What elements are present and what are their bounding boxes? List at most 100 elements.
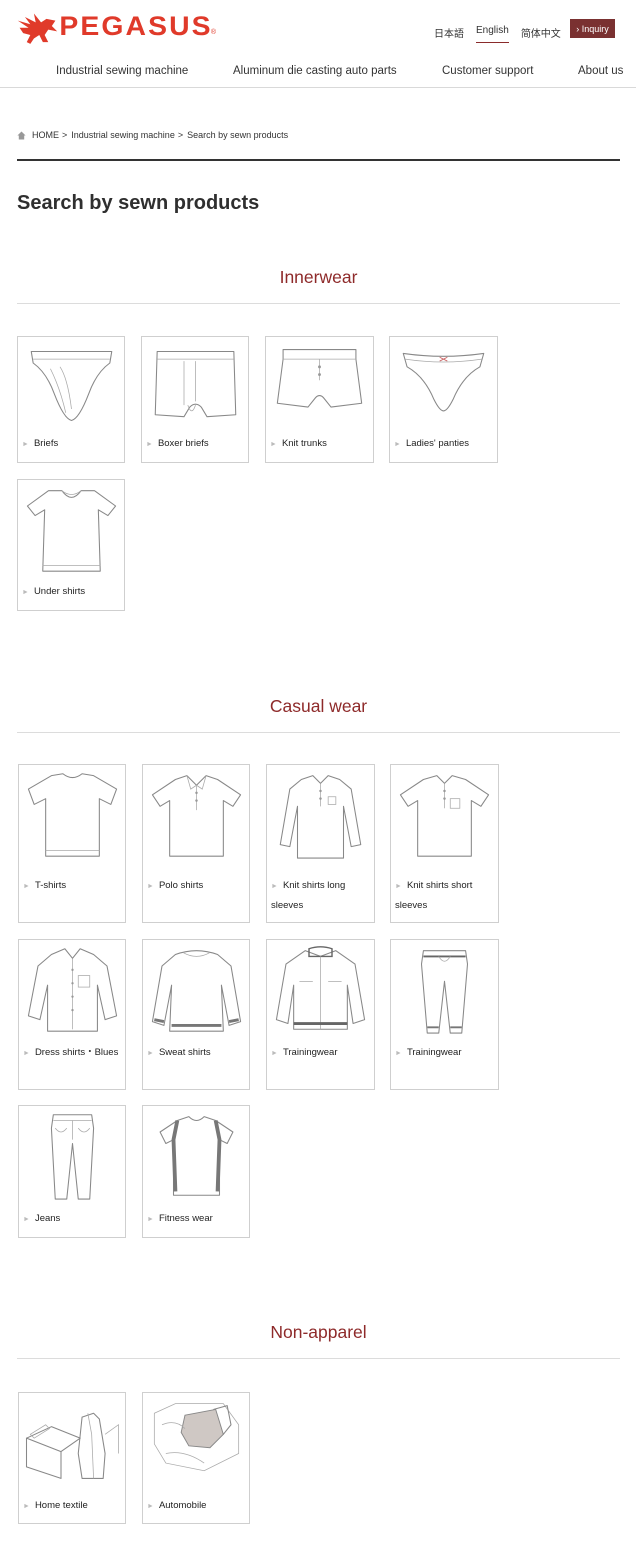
product-card-label: ► Knit shirts long sleeves (271, 877, 370, 915)
product-card-jeans[interactable]: ► Jeans (18, 1105, 126, 1238)
title-divider (17, 159, 620, 161)
knit-shirt-short-illustration (393, 768, 496, 860)
product-card-title: Ladies' panties (405, 438, 470, 449)
product-card-label: ► Ladies' panties (394, 435, 493, 455)
section-divider (17, 303, 620, 304)
arrow-right-icon: ► (22, 441, 29, 448)
product-card-title: Trainingwear (282, 1047, 338, 1058)
lang-english[interactable]: English (476, 25, 509, 43)
fitness-wear-illustration (145, 1109, 248, 1201)
product-card-label: ► Knit shirts short sleeves (395, 877, 494, 915)
language-switcher: 日本語 English 简体中文 (434, 25, 573, 43)
product-card-label: ► Knit trunks (270, 435, 369, 455)
product-card-label: ► Home textile (23, 1497, 121, 1517)
product-card-sweat-shirt[interactable]: ► Sweat shirts (142, 939, 250, 1090)
product-card-label: ► Automobile (147, 1497, 245, 1517)
nav-item-customer-support[interactable]: Customer support (442, 65, 533, 77)
arrow-right-icon: ► (395, 883, 402, 890)
product-card-knit-shirt-short[interactable]: ► Knit shirts short sleeves (390, 764, 499, 923)
product-card-boxer-briefs[interactable]: ► Boxer briefs (141, 336, 249, 463)
nav-item-about-us[interactable]: About us (578, 65, 623, 77)
product-card-title: Dress shirts・Blues (34, 1047, 119, 1058)
product-card-dress-shirt[interactable]: ► Dress shirts・Blues (18, 939, 126, 1090)
breadcrumb-separator: > (62, 130, 68, 140)
product-card-label: ► Boxer briefs (146, 435, 244, 455)
training-pants-illustration (393, 943, 496, 1035)
arrow-right-icon: ► (147, 1216, 154, 1223)
site-header: PEGASUS ® 日本語 English 简体中文 › Inquiry Ind… (0, 0, 636, 88)
product-card-label: ► Fitness wear (147, 1210, 245, 1230)
product-card-label: ► Trainingwear (271, 1044, 370, 1064)
product-card-ladies-panties[interactable]: ► Ladies' panties (389, 336, 498, 463)
arrow-right-icon: ► (271, 883, 278, 890)
product-card-training-pants[interactable]: ► Trainingwear (390, 939, 499, 1090)
product-card-label: ► Under shirts (22, 583, 120, 603)
breadcrumb-home[interactable]: HOME (32, 130, 59, 140)
jeans-illustration (21, 1109, 124, 1201)
arrow-right-icon: ► (271, 1050, 278, 1057)
product-card-title: Knit shirts long sleeves (271, 880, 346, 911)
inquiry-button[interactable]: › Inquiry (570, 19, 615, 38)
section-title-non-apparel: Non-apparel (270, 1322, 367, 1342)
product-card-label: ► Dress shirts・Blues (23, 1044, 121, 1064)
nav-item-aluminum-die-casting[interactable]: Aluminum die casting auto parts (233, 65, 397, 77)
arrow-right-icon: ► (23, 1216, 30, 1223)
product-card-label: ► T-shirts (23, 877, 121, 897)
pegasus-horse-icon (17, 13, 58, 44)
product-card-under-shirt[interactable]: ► Under shirts (17, 479, 125, 611)
global-nav: Industrial sewing machine Aluminum die c… (0, 65, 636, 79)
product-card-fitness-wear[interactable]: ► Fitness wear (142, 1105, 250, 1238)
product-card-automobile[interactable]: ► Automobile (142, 1392, 250, 1524)
arrow-right-icon: ► (395, 1050, 402, 1057)
section-divider (17, 1358, 620, 1359)
product-card-label: ► Briefs (22, 435, 120, 455)
product-card-knit-shirt-long[interactable]: ► Knit shirts long sleeves (266, 764, 375, 923)
breadcrumb-industrial-sewing-machine[interactable]: Industrial sewing machine (71, 130, 175, 140)
knit-shirt-long-illustration (269, 768, 372, 860)
product-card-title: Trainingwear (406, 1047, 462, 1058)
arrow-right-icon: ► (147, 883, 154, 890)
polo-shirt-illustration (145, 768, 248, 860)
arrow-right-icon: ► (146, 441, 153, 448)
briefs-illustration (20, 340, 123, 432)
lang-chinese[interactable]: 简体中文 (521, 25, 561, 43)
boxer-briefs-illustration (144, 340, 247, 432)
product-card-title: Home textile (34, 1500, 88, 1511)
dress-shirt-illustration (21, 943, 124, 1035)
page-title: Search by sewn products (17, 192, 260, 214)
logo-wordmark: PEGASUS (59, 10, 213, 41)
arrow-right-icon: ► (147, 1050, 154, 1057)
sweat-shirt-illustration (145, 943, 248, 1035)
product-card-title: Sweat shirts (158, 1047, 211, 1058)
automobile-illustration (145, 1396, 248, 1488)
product-card-title: Automobile (158, 1500, 207, 1511)
under-shirt-illustration (20, 483, 123, 575)
product-card-training-jacket[interactable]: ► Trainingwear (266, 939, 375, 1090)
product-card-polo-shirt[interactable]: ► Polo shirts (142, 764, 250, 923)
product-card-title: Under shirts (33, 586, 86, 597)
breadcrumb: HOME > Industrial sewing machine > Searc… (17, 130, 288, 140)
nav-item-industrial-sewing-machine[interactable]: Industrial sewing machine (56, 65, 188, 77)
pegasus-logo[interactable]: PEGASUS ® (16, 6, 216, 46)
product-card-label: ► Sweat shirts (147, 1044, 245, 1064)
product-card-label: ► Polo shirts (147, 877, 245, 897)
product-card-home-textile[interactable]: ► Home textile (18, 1392, 126, 1524)
t-shirt-illustration (21, 768, 124, 860)
product-card-t-shirt[interactable]: ► T-shirts (18, 764, 126, 923)
section-divider (17, 732, 620, 733)
product-card-title: Polo shirts (158, 880, 204, 891)
section-title-innerwear: Innerwear (279, 267, 358, 287)
product-card-knit-trunks[interactable]: ► Knit trunks (265, 336, 374, 463)
arrow-right-icon: ► (23, 1050, 30, 1057)
product-card-briefs[interactable]: ► Briefs (17, 336, 125, 463)
arrow-right-icon: ► (22, 589, 29, 596)
product-card-title: Knit shirts short sleeves (395, 880, 473, 911)
section-title-casual-wear: Casual wear (269, 696, 368, 716)
product-card-title: T-shirts (34, 880, 67, 891)
arrow-right-icon: ► (23, 1503, 30, 1510)
product-card-title: Fitness wear (158, 1213, 213, 1224)
knit-trunks-illustration (268, 340, 371, 432)
lang-japanese[interactable]: 日本語 (434, 25, 464, 43)
arrow-right-icon: ► (23, 883, 30, 890)
product-card-title: Boxer briefs (157, 438, 209, 449)
